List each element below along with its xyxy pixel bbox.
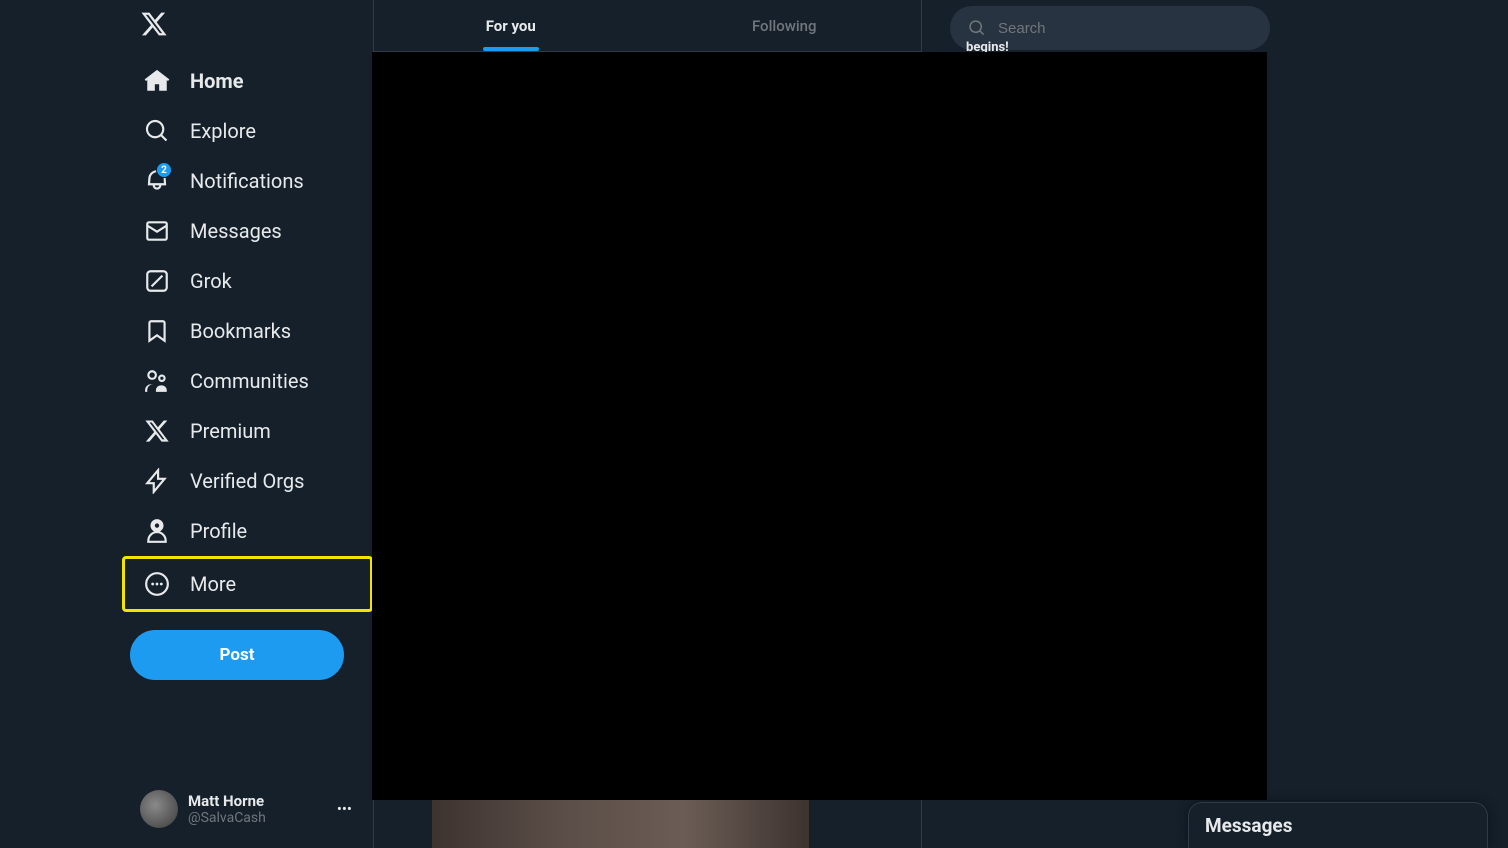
grok-icon bbox=[144, 268, 170, 294]
more-highlight: More bbox=[122, 556, 373, 612]
nav-bookmarks[interactable]: Bookmarks bbox=[130, 306, 305, 356]
account-handle: @SalvaCash bbox=[188, 810, 327, 826]
mail-icon bbox=[144, 218, 170, 244]
nav-label: Explore bbox=[190, 119, 256, 143]
left-sidebar: Home Explore 2 Notifications Messages Gr… bbox=[0, 0, 373, 848]
nav-label: Profile bbox=[190, 519, 247, 543]
messages-drawer[interactable]: Messages bbox=[1188, 802, 1488, 848]
nav-label: Grok bbox=[190, 269, 232, 293]
nav-label: Messages bbox=[190, 219, 282, 243]
communities-icon bbox=[144, 368, 170, 394]
tab-label: For you bbox=[486, 17, 536, 35]
nav-more[interactable]: More bbox=[130, 559, 250, 609]
bookmark-icon bbox=[144, 318, 170, 344]
nav-label: More bbox=[190, 572, 236, 596]
tab-following[interactable]: Following bbox=[648, 0, 922, 51]
post-button-label: Post bbox=[220, 645, 255, 665]
search-input[interactable] bbox=[998, 20, 1252, 37]
nav-explore[interactable]: Explore bbox=[130, 106, 270, 156]
nav-home[interactable]: Home bbox=[130, 56, 258, 106]
ellipsis-icon: ••• bbox=[337, 800, 352, 818]
post-image-preview bbox=[432, 800, 809, 848]
nav-list: Home Explore 2 Notifications Messages Gr… bbox=[130, 56, 373, 612]
nav-premium[interactable]: Premium bbox=[130, 406, 285, 456]
messages-drawer-title: Messages bbox=[1205, 814, 1292, 837]
nav-profile[interactable]: Profile bbox=[130, 506, 261, 556]
nav-label: Verified Orgs bbox=[190, 469, 304, 493]
search-icon bbox=[144, 118, 170, 144]
account-name: Matt Horne bbox=[188, 792, 327, 810]
nav-label: Home bbox=[190, 69, 244, 93]
account-switcher[interactable]: Matt Horne @SalvaCash ••• bbox=[130, 782, 362, 836]
x-icon bbox=[144, 418, 170, 444]
nav-label: Premium bbox=[190, 419, 271, 443]
lightning-icon bbox=[144, 468, 170, 494]
nav-messages[interactable]: Messages bbox=[130, 206, 296, 256]
tab-for-you[interactable]: For you bbox=[374, 0, 648, 51]
post-button[interactable]: Post bbox=[130, 630, 344, 680]
nav-label: Communities bbox=[190, 369, 309, 393]
nav-communities[interactable]: Communities bbox=[130, 356, 323, 406]
nav-label: Notifications bbox=[190, 169, 304, 193]
home-icon bbox=[144, 68, 170, 94]
account-text: Matt Horne @SalvaCash bbox=[188, 792, 327, 826]
x-logo[interactable] bbox=[130, 0, 373, 50]
search-icon bbox=[968, 19, 986, 37]
nav-grok[interactable]: Grok bbox=[130, 256, 246, 306]
avatar bbox=[140, 790, 178, 828]
nav-verified-orgs[interactable]: Verified Orgs bbox=[130, 456, 318, 506]
nav-notifications[interactable]: 2 Notifications bbox=[130, 156, 318, 206]
notification-badge: 2 bbox=[156, 162, 172, 178]
tab-label: Following bbox=[752, 17, 817, 35]
content-overlay bbox=[372, 52, 1267, 800]
profile-icon bbox=[144, 518, 170, 544]
more-icon bbox=[144, 571, 170, 597]
nav-label: Bookmarks bbox=[190, 319, 291, 343]
timeline-tabs: For you Following bbox=[374, 0, 921, 52]
